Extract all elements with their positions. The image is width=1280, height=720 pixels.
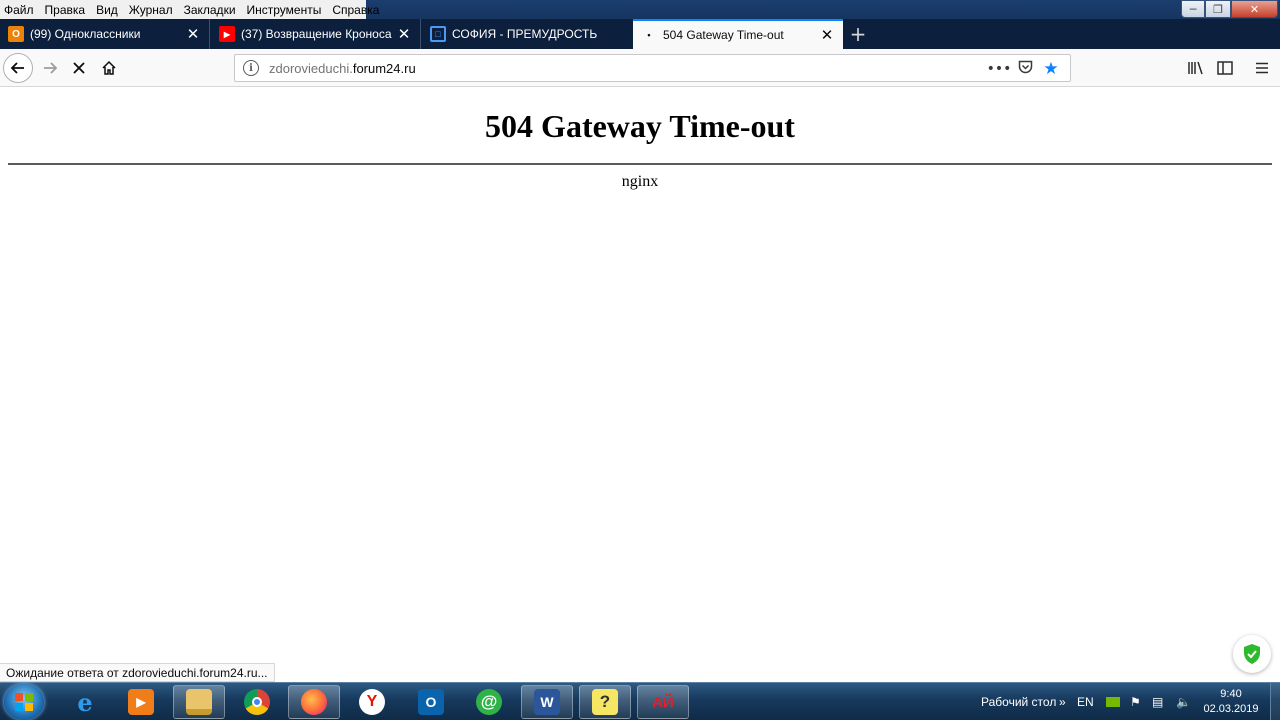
toolbar-expand-icon[interactable]: » (1059, 683, 1066, 720)
url-actions: ••• ★ (986, 55, 1064, 83)
taskbar-word[interactable]: W (521, 685, 573, 719)
url-text[interactable]: zdorovieduchi.forum24.ru (269, 61, 416, 76)
tab-youtube[interactable]: ▶ (37) Возвращение Кроноса Ча ✕ (211, 19, 421, 49)
tab-label: (37) Возвращение Кроноса Ча (241, 27, 394, 41)
firefox-icon (301, 689, 327, 715)
taskbar: e ▶ Y O @ W ? АЙ Рабочий стол » EN ⚑ ▤ 🔈… (0, 682, 1280, 720)
start-button[interactable] (4, 684, 44, 720)
forward-arrow-icon (44, 62, 58, 74)
bookmark-star-icon[interactable]: ★ (1038, 59, 1064, 79)
windows-logo-icon (15, 693, 33, 711)
tab-label: (99) Одноклассники (30, 27, 141, 41)
tab-strip: О (99) Одноклассники ✕ ▶ (37) Возвращени… (0, 19, 1280, 49)
security-shield-button[interactable] (1233, 635, 1271, 673)
taskbar-chrome[interactable] (231, 685, 283, 719)
minimize-button[interactable]: ─ (1181, 0, 1205, 18)
yandex-browser-icon: Y (359, 689, 385, 715)
nvidia-icon (1106, 697, 1120, 707)
help-icon: ? (592, 689, 618, 715)
tab-label: СОФИЯ - ПРЕМУДРОСТЬ (452, 27, 598, 41)
sidebar-icon (1217, 61, 1233, 75)
page-content: 504 Gateway Time-out nginx (0, 88, 1280, 682)
taskbar-firefox[interactable] (288, 685, 340, 719)
library-icon (1188, 61, 1203, 75)
back-button[interactable] (3, 53, 33, 83)
forward-button[interactable] (35, 53, 65, 83)
library-button[interactable] (1181, 53, 1211, 83)
taskbar-ie[interactable]: e (59, 685, 111, 719)
nvidia-tray-icon[interactable] (1106, 683, 1120, 720)
outlook-icon: O (418, 689, 444, 715)
stop-icon (73, 62, 85, 74)
close-tab-icon[interactable]: ✕ (394, 25, 414, 43)
media-player-icon: ▶ (128, 689, 154, 715)
desktop-toolbar-label[interactable]: Рабочий стол (981, 683, 1056, 720)
close-window-button[interactable]: ✕ (1231, 0, 1278, 18)
new-tab-button[interactable]: + (846, 19, 870, 49)
pocket-shape (1018, 60, 1032, 74)
menu-help[interactable]: Справка (332, 3, 379, 17)
site-info-icon[interactable]: i (243, 60, 259, 76)
forum-icon: □ (430, 26, 446, 42)
loading-icon: • (647, 30, 651, 40)
network-icon[interactable]: ▤ (1152, 683, 1163, 720)
close-tab-icon[interactable]: ✕ (817, 26, 837, 44)
menu-bookmarks[interactable]: Закладки (184, 3, 236, 17)
mail-agent-icon: @ (476, 689, 502, 715)
menu-bar: Файл Правка Вид Журнал Закладки Инструме… (0, 0, 379, 19)
odnoklassniki-icon: О (8, 26, 24, 42)
chrome-icon (244, 689, 270, 715)
clock-time: 9:40 (1220, 688, 1242, 700)
taskbar-outlook[interactable]: O (405, 685, 457, 719)
tab-gateway-timeout[interactable]: • 504 Gateway Time-out ✕ (633, 19, 843, 49)
taskbar-media-player[interactable]: ▶ (115, 685, 167, 719)
youtube-icon: ▶ (219, 26, 235, 42)
url-domain: forum24.ru (352, 60, 416, 76)
volume-icon[interactable]: 🔈 (1176, 683, 1191, 720)
tab-sofia[interactable]: □ СОФИЯ - ПРЕМУДРОСТЬ (422, 19, 632, 49)
server-name: nginx (621, 173, 659, 190)
internet-explorer-icon: e (77, 687, 93, 717)
sidebar-button[interactable] (1210, 53, 1240, 83)
taskbar-mail-agent[interactable]: @ (463, 685, 515, 719)
menu-history[interactable]: Журнал (129, 3, 173, 17)
language-indicator[interactable]: EN (1077, 683, 1094, 720)
address-bar[interactable]: i zdorovieduchi.forum24.ru ••• ★ (234, 54, 1071, 82)
status-bar: Ожидание ответа от zdorovieduchi.forum24… (0, 663, 275, 682)
tab-label: 504 Gateway Time-out (663, 28, 784, 42)
menu-edit[interactable]: Правка (45, 3, 86, 17)
url-subdomain: zdorovieduchi. (269, 60, 353, 76)
system-clock[interactable]: 9:40 02.03.2019 (1196, 687, 1266, 717)
pocket-icon[interactable] (1012, 60, 1038, 78)
divider (8, 163, 1272, 165)
navigation-toolbar: i zdorovieduchi.forum24.ru ••• ★ (0, 49, 1280, 87)
shield-icon (1244, 644, 1260, 664)
aimp-icon: АЙ (652, 693, 674, 711)
maximize-button[interactable]: ❐ (1205, 0, 1231, 18)
taskbar-explorer[interactable] (173, 685, 225, 719)
menu-tools[interactable]: Инструменты (247, 3, 322, 17)
clock-date: 02.03.2019 (1203, 703, 1259, 715)
home-icon (102, 60, 116, 75)
action-center-flag-icon[interactable]: ⚑ (1130, 683, 1141, 720)
word-icon: W (534, 689, 560, 715)
tab-odnoklassniki[interactable]: О (99) Одноклассники ✕ (0, 19, 210, 49)
stop-button[interactable] (64, 53, 94, 83)
taskbar-aimp[interactable]: АЙ (637, 685, 689, 719)
menu-button[interactable] (1247, 53, 1277, 83)
menu-file[interactable]: Файл (4, 3, 34, 17)
taskbar-yandex[interactable]: Y (346, 685, 398, 719)
close-tab-icon[interactable]: ✕ (183, 25, 203, 43)
show-desktop-button[interactable] (1270, 683, 1280, 720)
folder-icon (186, 689, 212, 715)
error-title: 504 Gateway Time-out (485, 108, 795, 144)
back-arrow-icon (10, 62, 24, 74)
home-button[interactable] (94, 53, 124, 83)
page-actions-icon[interactable]: ••• (986, 61, 1012, 77)
menu-view[interactable]: Вид (96, 3, 118, 17)
hamburger-menu-icon (1256, 62, 1268, 74)
taskbar-help[interactable]: ? (579, 685, 631, 719)
